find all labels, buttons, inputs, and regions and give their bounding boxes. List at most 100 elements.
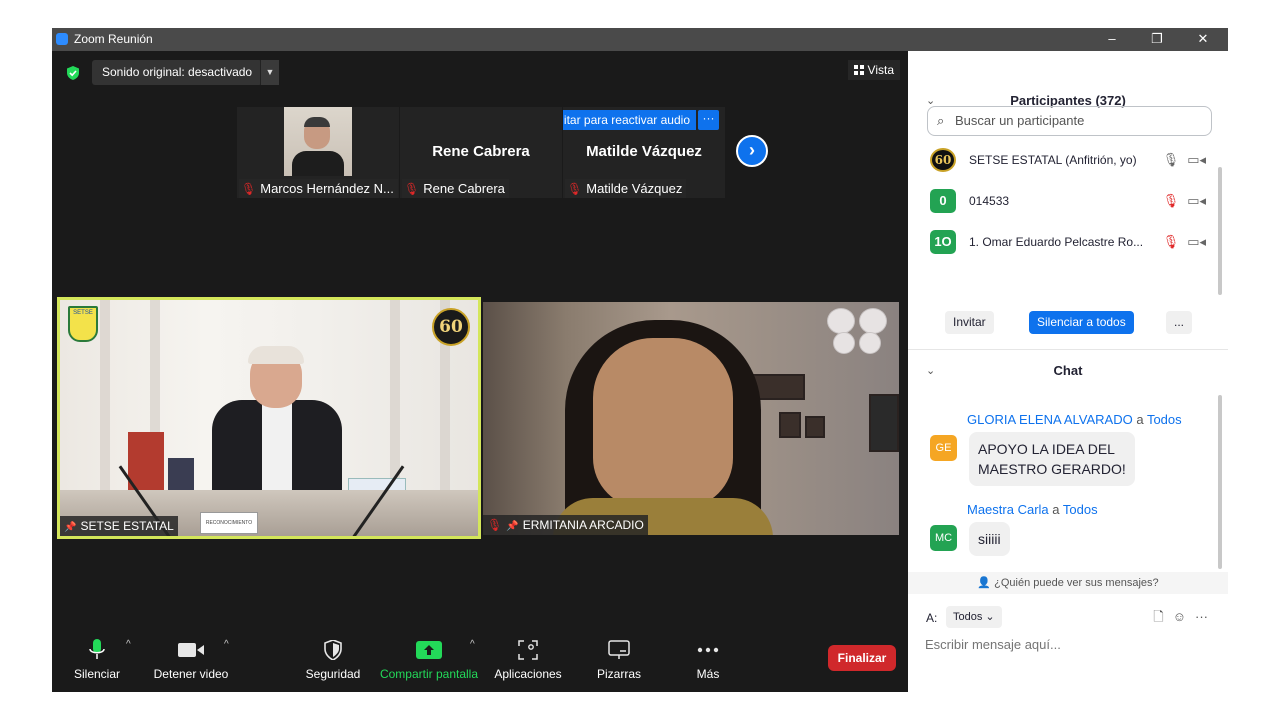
participant-name-label: 🎙 Rene Cabrera: [402, 179, 509, 198]
sender-avatar: MC: [930, 525, 957, 551]
zoom-window: Zoom Reunión – ❐ ✕ Sonido original: desa…: [52, 28, 1228, 692]
participant-name: 1. Omar Eduardo Pelcastre Ro...: [969, 235, 1144, 249]
security-button[interactable]: Seguridad: [304, 633, 362, 692]
sender-avatar: GE: [930, 435, 957, 461]
video-tile-ermitania-arcadio[interactable]: 🎙 📌 ERMITANIA ARCADIO: [483, 302, 899, 535]
chevron-down-icon: ⌄: [985, 611, 995, 623]
microphone-icon[interactable]: 🎙: [1163, 152, 1180, 167]
share-screen-icon: [416, 641, 442, 659]
side-panel: ⌄ Participantes (372) ⌕ Buscar un particip…: [908, 51, 1228, 692]
participants-more-button[interactable]: ...: [1166, 311, 1193, 334]
apps-button[interactable]: Aplicaciones: [492, 633, 564, 692]
recipient-select[interactable]: Todos ⌄: [946, 606, 1002, 628]
grid-view-icon: [853, 65, 864, 75]
participant-avatar: 1O: [930, 230, 956, 254]
whiteboards-button[interactable]: Pizarras: [592, 633, 646, 692]
participant-avatar: 0: [930, 189, 956, 213]
recipient-name[interactable]: Todos: [1063, 502, 1098, 517]
mic-muted-icon: 🎙: [241, 182, 257, 196]
shield-icon: [324, 640, 342, 660]
sender-name[interactable]: Maestra Carla: [967, 502, 1049, 517]
more-icon: [697, 647, 719, 653]
chat-header[interactable]: ⌄ Chat: [908, 359, 1228, 383]
sound-options-caret[interactable]: ▼: [260, 60, 279, 85]
file-icon[interactable]: 🗋: [1153, 609, 1163, 624]
mute-all-button[interactable]: Silenciar a todos: [1029, 311, 1134, 334]
participants-scrollbar[interactable]: [1218, 167, 1222, 295]
invite-button[interactable]: Invitar: [945, 311, 994, 334]
participant-name: 014533: [969, 194, 1010, 208]
participant-name-label: 🎙 Matilde Vázquez: [565, 179, 687, 198]
collapse-chevron-icon[interactable]: ⌄: [926, 359, 935, 383]
participant-row[interactable]: 60 SETSE ESTATAL (Anfitrión, yo) 🎙 ▭◂: [930, 146, 1206, 174]
camera-icon[interactable]: ▭◂: [1187, 234, 1206, 249]
participant-thumbnail[interactable]: Rene Cabrera 🎙 Rene Cabrera: [400, 107, 562, 198]
microphone-icon: [89, 639, 105, 659]
whiteboard-icon: [608, 640, 630, 659]
security-label: Seguridad: [305, 667, 361, 681]
stop-video-button[interactable]: Detener video: [152, 633, 230, 692]
audio-options-caret[interactable]: ^: [126, 639, 131, 650]
participant-avatar: 60: [930, 148, 956, 172]
sender-name[interactable]: GLORIA ELENA ALVARADO: [967, 412, 1133, 427]
apps-label: Aplicaciones: [494, 667, 562, 681]
video-name-label: 📌 SETSE ESTATAL: [60, 516, 178, 536]
mute-label: Silenciar: [73, 667, 121, 681]
chat-message-bubble: siiiii: [969, 522, 1010, 556]
view-label: Vista: [867, 63, 894, 77]
zoom-app-icon: [56, 33, 68, 45]
panel-divider: [908, 349, 1228, 350]
thumbnail-more-button[interactable]: ···: [698, 110, 719, 130]
composer-more-icon[interactable]: ···: [1195, 609, 1208, 624]
emoji-icon[interactable]: ☺: [1173, 609, 1186, 624]
participant-big-name: Rene Cabrera: [432, 143, 530, 160]
share-options-caret[interactable]: ^: [470, 639, 475, 650]
chat-message-header: Maestra Carla a Todos: [967, 502, 1098, 517]
original-sound-button[interactable]: Sonido original: desactivado: [92, 60, 263, 85]
video-camera-icon: [178, 643, 204, 657]
composer-icons: 🗋 ☺ ···: [1144, 608, 1208, 630]
apps-icon: [518, 640, 538, 660]
video-options-caret[interactable]: ^: [224, 639, 229, 650]
end-meeting-button[interactable]: Finalizar: [828, 645, 896, 671]
recipient-name[interactable]: Todos: [1147, 412, 1182, 427]
more-label: Más: [696, 667, 720, 681]
mic-muted-icon: 🎙: [404, 182, 420, 196]
chat-scrollbar[interactable]: [1218, 395, 1222, 569]
participant-name-label: 🎙 Marcos Hernández N...: [239, 179, 398, 198]
chat-message-bubble: APOYO LA IDEA DEL MAESTRO GERARDO!: [969, 432, 1135, 486]
pin-icon: 📌: [64, 522, 77, 533]
meeting-area: Sonido original: desactivado ▼ Vista 🎙 Ma…: [52, 51, 908, 692]
mic-muted-icon[interactable]: 🎙: [1163, 234, 1180, 249]
more-button[interactable]: Más: [688, 633, 728, 692]
participant-row[interactable]: 1O 1. Omar Eduardo Pelcastre Ro... 🎙 ▭◂: [930, 228, 1206, 256]
view-button[interactable]: Vista: [847, 60, 900, 80]
mic-muted-icon: 🎙: [567, 182, 583, 196]
participant-search-input[interactable]: ⌕ Buscar un participante: [927, 106, 1212, 136]
participant-thumbnail[interactable]: 🎙 Marcos Hernández N...: [237, 107, 399, 198]
window-title: Zoom Reunión: [74, 32, 153, 46]
share-screen-button[interactable]: Compartir pantalla: [378, 633, 480, 692]
meeting-toolbar: Silenciar ^ Detener video ^ Seguridad Co…: [52, 633, 908, 692]
camera-icon[interactable]: ▭◂: [1187, 193, 1206, 208]
camera-icon[interactable]: ▭◂: [1187, 152, 1206, 167]
anniversary-60-badge: 60: [432, 308, 470, 346]
search-icon: ⌕: [937, 113, 945, 128]
video-name-label: 🎙 📌 ERMITANIA ARCADIO: [483, 515, 648, 535]
participant-name: SETSE ESTATAL (Anfitrión, yo): [969, 153, 1137, 167]
video-tile-setse-estatal[interactable]: RECONOCIMIENTO SETSE 60 📌 SETSE ESTATAL: [57, 297, 481, 539]
restore-button[interactable]: ❐: [1143, 30, 1171, 48]
stop-video-label: Detener video: [153, 667, 229, 681]
participant-row[interactable]: 0 014533 🎙 ▭◂: [930, 187, 1206, 215]
mute-button[interactable]: Silenciar: [72, 633, 122, 692]
who-can-see-messages-link[interactable]: 👤 ¿Quién puede ver sus mensajes?: [908, 572, 1228, 594]
unmute-request-banner[interactable]: itar para reactivar audio: [563, 110, 696, 130]
next-page-arrow-icon[interactable]: ›: [736, 135, 768, 167]
close-button[interactable]: ✕: [1189, 30, 1217, 48]
chat-message-input[interactable]: [925, 637, 1215, 652]
mic-muted-icon: 🎙: [487, 518, 503, 532]
encryption-shield-icon[interactable]: [66, 66, 80, 80]
minimize-button[interactable]: –: [1098, 30, 1126, 48]
mic-muted-icon[interactable]: 🎙: [1163, 193, 1180, 208]
chat-message-header: GLORIA ELENA ALVARADO a Todos: [967, 412, 1182, 427]
